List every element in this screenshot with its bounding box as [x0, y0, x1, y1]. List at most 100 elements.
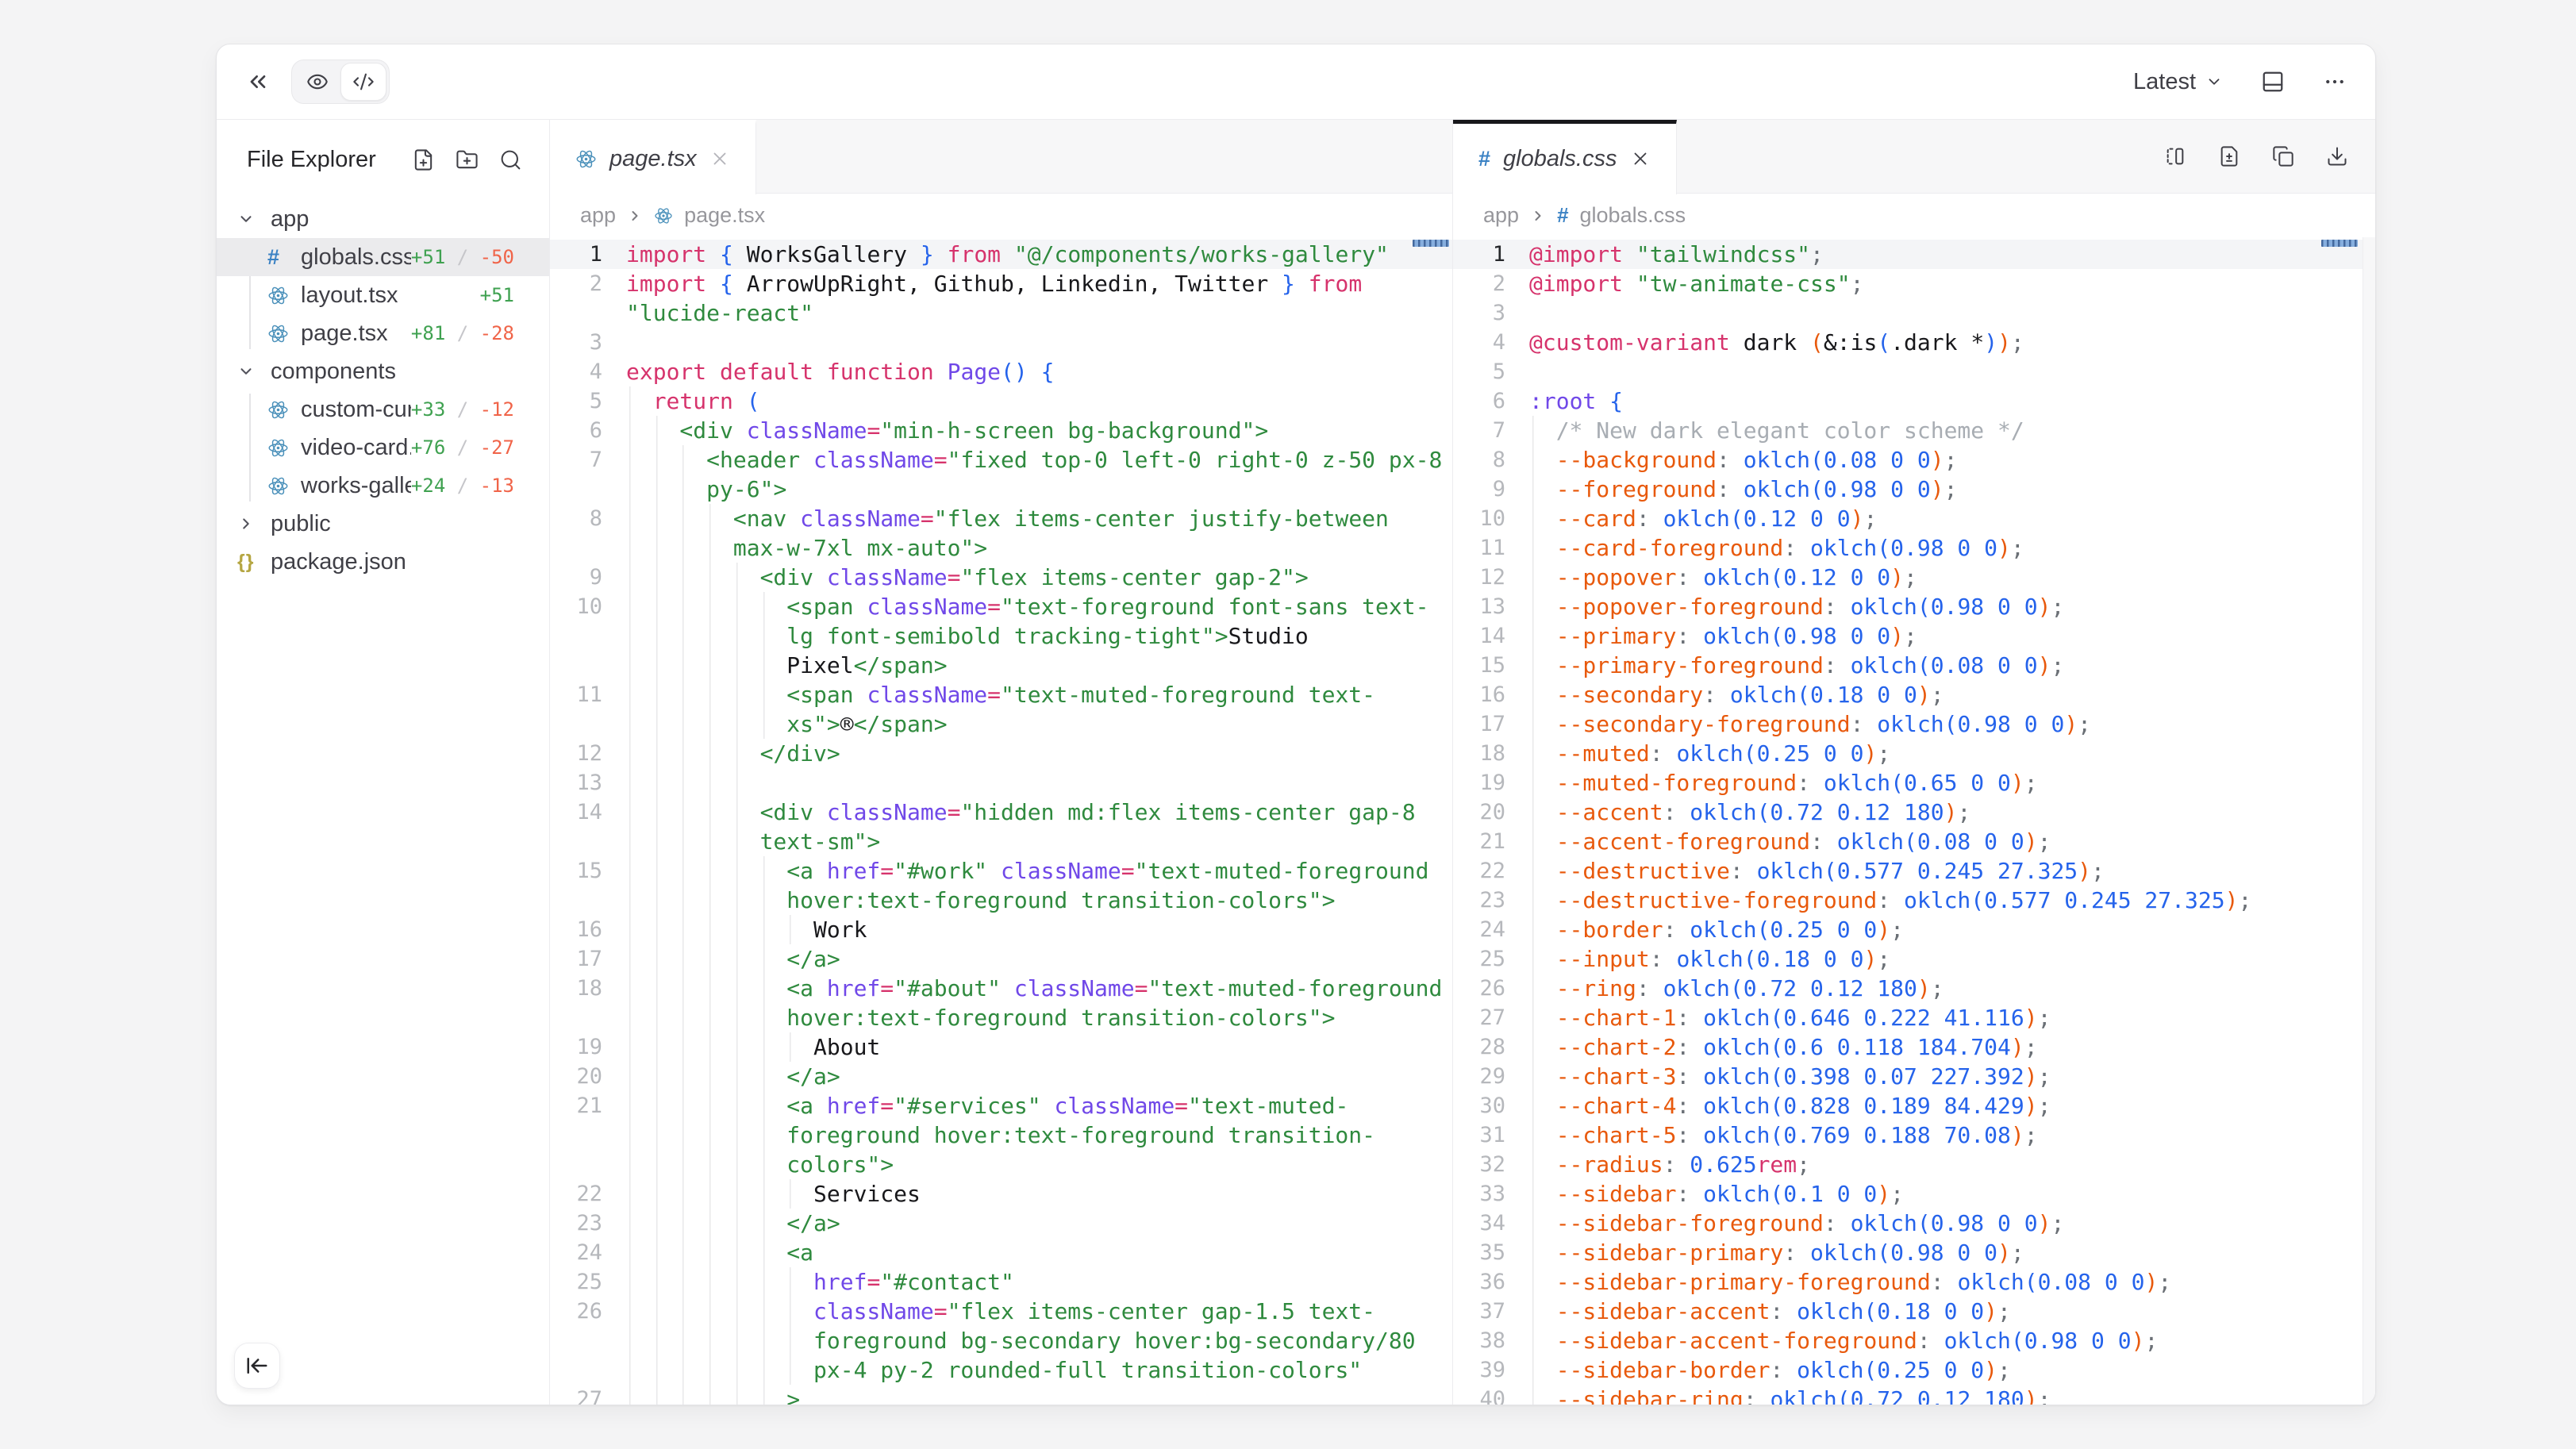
code-text: --secondary: oklch(0.18 0 0); [1529, 680, 2375, 709]
version-dropdown[interactable]: Latest [2133, 69, 2223, 95]
code-toggle-button[interactable] [340, 63, 386, 101]
code-line-11: 11--card-foreground: oklch(0.98 0 0); [1453, 533, 2375, 563]
line-number: 6 [550, 416, 626, 445]
tree-file-page.tsx[interactable]: page.tsx+81 / -28 [217, 314, 549, 352]
close-tab-icon[interactable] [709, 148, 730, 169]
code-line-12: 12</div> [550, 739, 1452, 768]
search-files-button[interactable] [499, 148, 522, 171]
react-file-icon [267, 285, 294, 306]
line-number: 29 [1453, 1062, 1529, 1091]
diff-stats: +76 / -27 [411, 436, 549, 459]
code-line-16: 16Work [550, 915, 1452, 944]
tree-item-label: package.json [271, 549, 406, 575]
breadcrumb-folder[interactable]: app [1483, 203, 1519, 228]
breadcrumb-file[interactable]: page.tsx [684, 203, 765, 228]
new-file-button[interactable] [412, 148, 435, 171]
code-editor-page-tsx[interactable]: 1import { WorksGallery } from "@/compone… [550, 237, 1452, 1405]
diff-stats: +51 [480, 284, 549, 306]
code-line-31: 31--chart-5: oklch(0.769 0.188 70.08); [1453, 1120, 2375, 1150]
code-text [1529, 357, 2375, 386]
code-line-1: 1import { WorksGallery } from "@/compone… [550, 240, 1452, 269]
code-editor-globals-css[interactable]: 1@import "tailwindcss";2@import "tw-anim… [1453, 237, 2375, 1405]
tab-page-tsx[interactable]: page.tsx [550, 120, 756, 194]
react-file-icon [267, 475, 294, 497]
tab-globals-css[interactable]: # globals.css [1453, 120, 1677, 194]
tree-folder-public[interactable]: public [217, 505, 549, 543]
code-line-2: 2@import "tw-animate-css"; [1453, 269, 2375, 298]
new-folder-button[interactable] [456, 148, 479, 171]
line-number: 7 [550, 445, 626, 504]
code-text: --sidebar-border: oklch(0.25 0 0); [1529, 1355, 2375, 1385]
code-line-17: 17</a> [550, 944, 1452, 974]
line-number: 28 [1453, 1032, 1529, 1062]
breadcrumb-folder[interactable]: app [580, 203, 616, 228]
close-tab-icon[interactable] [1630, 148, 1651, 169]
line-number: 6 [1453, 386, 1529, 416]
code-text: <a href="#work" className="text-muted-fo… [626, 856, 1452, 915]
preview-toggle-button[interactable] [294, 63, 340, 101]
tree-file-layout.tsx[interactable]: layout.tsx+51 [217, 276, 549, 314]
code-line-20: 20</a> [550, 1062, 1452, 1091]
code-text [626, 768, 1452, 798]
tree-file-custom-curs-[interactable]: custom-curs…+33 / -12 [217, 390, 549, 429]
code-text: </div> [626, 739, 1452, 768]
copy-button[interactable] [2272, 145, 2294, 167]
breadcrumb-right: app # globals.css [1453, 194, 2375, 237]
line-number: 13 [550, 768, 626, 798]
tree-file-globals.css[interactable]: #globals.css+51 / -50 [217, 238, 549, 276]
tree-folder-app[interactable]: app [217, 200, 549, 238]
diff-stats: +24 / -13 [411, 475, 549, 497]
file-diff-button[interactable] [2218, 145, 2240, 167]
line-number: 18 [1453, 739, 1529, 768]
code-text: --chart-1: oklch(0.646 0.222 41.116); [1529, 1003, 2375, 1032]
line-number: 16 [1453, 680, 1529, 709]
code-line-21: 21<a href="#services" className="text-mu… [550, 1091, 1452, 1179]
line-number: 7 [1453, 416, 1529, 445]
search-icon [499, 148, 522, 171]
line-number: 16 [550, 915, 626, 944]
code-text: <a [626, 1238, 1452, 1267]
line-number: 25 [1453, 944, 1529, 974]
code-line-22: 22Services [550, 1179, 1452, 1209]
tree-folder-components[interactable]: components [217, 352, 549, 390]
code-text: --radius: 0.625rem; [1529, 1150, 2375, 1179]
app-window: Latest File Explorer [216, 44, 2376, 1405]
scrollbar-track[interactable] [2363, 237, 2375, 1405]
code-text: <header className="fixed top-0 left-0 ri… [626, 445, 1452, 504]
breadcrumb-file[interactable]: globals.css [1580, 203, 1686, 228]
code-line-13: 13--popover-foreground: oklch(0.98 0 0); [1453, 592, 2375, 621]
tree-file-video-card.tsx[interactable]: video-card.tsx+76 / -27 [217, 429, 549, 467]
more-menu-button[interactable] [2323, 70, 2347, 94]
chevron-right-icon [627, 208, 643, 224]
split-view-button[interactable] [2164, 145, 2186, 167]
code-line-30: 30--chart-4: oklch(0.828 0.189 84.429); [1453, 1091, 2375, 1120]
collapse-sidebar-button[interactable] [245, 69, 271, 94]
line-number: 9 [550, 563, 626, 592]
download-button[interactable] [2326, 145, 2348, 167]
code-line-11: 11<span className="text-muted-foreground… [550, 680, 1452, 739]
tree-file-works-galler-[interactable]: works-galler…+24 / -13 [217, 467, 549, 505]
line-number: 12 [1453, 563, 1529, 592]
line-number: 21 [1453, 827, 1529, 856]
line-number: 31 [1453, 1120, 1529, 1150]
file-explorer: File Explorer [217, 120, 550, 1405]
tree-file-package.json[interactable]: {}package.json [217, 543, 549, 581]
code-line-13: 13 [550, 768, 1452, 798]
line-number: 4 [1453, 328, 1529, 357]
code-text: --muted-foreground: oklch(0.65 0 0); [1529, 768, 2375, 798]
css-file-icon: # [1557, 203, 1568, 228]
collapse-explorer-button[interactable] [234, 1343, 280, 1389]
code-line-26: 26className="flex items-center gap-1.5 t… [550, 1297, 1452, 1385]
line-number: 26 [1453, 974, 1529, 1003]
code-line-7: 7<header className="fixed top-0 left-0 r… [550, 445, 1452, 504]
line-number: 3 [1453, 298, 1529, 328]
code-text: --chart-4: oklch(0.828 0.189 84.429); [1529, 1091, 2375, 1120]
code-line-24: 24--border: oklch(0.25 0 0); [1453, 915, 2375, 944]
code-line-32: 32--radius: 0.625rem; [1453, 1150, 2375, 1179]
code-text: --destructive: oklch(0.577 0.245 27.325)… [1529, 856, 2375, 886]
tree-item-label: globals.css [301, 244, 411, 271]
code-text: @import "tw-animate-css"; [1529, 269, 2375, 298]
bottom-panel-button[interactable] [2261, 70, 2285, 94]
line-number: 2 [1453, 269, 1529, 298]
code-text: --primary: oklch(0.98 0 0); [1529, 621, 2375, 651]
